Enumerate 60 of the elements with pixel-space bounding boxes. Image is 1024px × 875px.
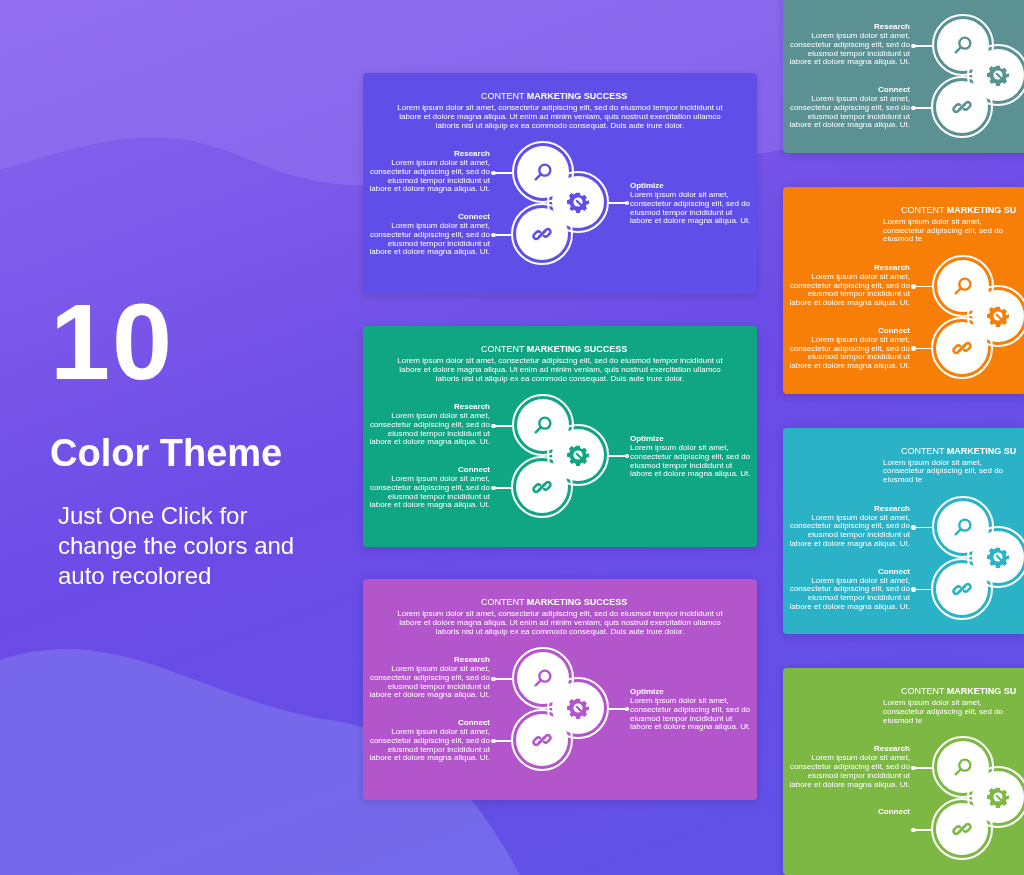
step-label: Connect (457, 212, 490, 221)
slide-description: Lorem ipsum dolor sit amet, consectetur adipiscing elit, sed do eiusmod te (883, 217, 1005, 245)
step-description: Lorem ipsum dolor sit amet, consectetur adipiscing elit, sed do eiusmod tempor incididunt ut labore et dolore magna aliqua. Ut. (368, 222, 490, 258)
gear-icon (567, 697, 589, 719)
magnifier-icon (532, 667, 554, 689)
step-description: Lorem ipsum dolor sit amet, consectetur adipiscing elit, sed do eiusmod tempor incididunt ut labore et dolore magna aliqua. Ut. (788, 754, 910, 790)
gear-icon (987, 64, 1009, 86)
gear-icon (987, 786, 1009, 809)
slide-title: CONTENT MARKETING SUCCESS (481, 91, 629, 101)
step-label: Optimize (630, 687, 665, 696)
promo-subheading: Just One Click for change the colors and auto recolored (58, 501, 296, 591)
step-label: Connect (877, 85, 910, 94)
gear-icon (567, 191, 589, 213)
step-label: Research (872, 22, 910, 31)
step-label: Connect (457, 718, 490, 727)
step-label: Connect (877, 325, 910, 335)
slide-title: CONTENT MARKETING SU (901, 686, 1018, 697)
slide-description: Lorem ipsum dolor sit amet, consectetur adipiscing elit, sed do eiusmod tempor incididunt ut labore et dolore magna aliqua. Ut enim ad minim veniam, quis nostrud exercitation ullamco laboris nisi ut aliquip ex ea commodo consequat. Duis aute irure dolor. (396, 104, 724, 131)
step-description: Lorem ipsum dolor sit amet, consectetur adipiscing elit, sed do eiusmod tempor incididunt ut labore et dolore magna aliqua. Ut. (788, 576, 910, 612)
gear-icon (567, 444, 589, 466)
step-description: Lorem ipsum dolor sit amet, consectetur adipiscing elit, sed do eiusmod tempor incididunt ut labore et dolore magna aliqua. Ut. (368, 665, 490, 701)
step-label: Connect (877, 807, 910, 817)
slide-title: CONTENT MARKETING SUCCESS (481, 344, 629, 354)
slide-title: CONTENT MARKETING SUCCESS (481, 597, 629, 607)
step-description: Lorem ipsum dolor sit amet, consectetur adipiscing elit, sed do eiusmod tempor incididunt ut labore et dolore magna aliqua. Ut. (788, 513, 910, 549)
gear-icon (987, 304, 1009, 327)
step-label: Research (872, 503, 910, 513)
gear-icon (987, 545, 1009, 568)
step-label: Connect (457, 465, 490, 474)
slide-title: CONTENT MARKETING SU (901, 445, 1018, 456)
slide-description: Lorem ipsum dolor sit amet, consectetur adipiscing elit, sed do eiusmod te (883, 699, 1005, 726)
slide-description: Lorem ipsum dolor sit amet, consectetur adipiscing elit, sed do eiusmod tempor incididunt ut labore et dolore magna aliqua. Ut enim ad minim veniam, quis nostrud exercitation ullamco laboris nisi ut aliquip ex ea commodo consequat. Duis aute irure dolor. (396, 610, 724, 637)
step-label: Research (452, 655, 490, 664)
magnifier-icon (952, 34, 974, 56)
step-label: Research (452, 402, 490, 411)
step-label: Connect (877, 566, 910, 576)
step-description: Lorem ipsum dolor sit amet, consectetur adipiscing elit, sed do eiusmod tempor incididunt ut labore et dolore magna aliqua. Ut. (630, 697, 752, 733)
magnifier-icon (952, 756, 974, 779)
step-label: Optimize (630, 181, 665, 190)
step-description: Lorem ipsum dolor sit amet, consectetur adipiscing elit, sed do eiusmod tempor incididunt ut labore et dolore magna aliqua. Ut. (788, 335, 910, 371)
step-label: Research (452, 149, 490, 158)
slide-title: CONTENT MARKETING SU (901, 204, 1018, 215)
promo-heading: Color Theme (50, 432, 284, 475)
step-label: Research (872, 262, 910, 272)
step-description: Lorem ipsum dolor sit amet, consectetur adipiscing elit, sed do eiusmod tempor incididunt ut labore et dolore magna aliqua. Ut. (630, 444, 752, 480)
step-description: Lorem ipsum dolor sit amet, consectetur adipiscing elit, sed do eiusmod tempor incididunt ut labore et dolore magna aliqua. Ut. (368, 475, 490, 511)
step-label: Optimize (630, 434, 665, 443)
magnifier-icon (532, 161, 554, 183)
step-description: Lorem ipsum dolor sit amet, consectetur adipiscing elit, sed do eiusmod tempor incididunt ut labore et dolore magna aliqua. Ut. (788, 95, 910, 131)
step-description: Lorem ipsum dolor sit amet, consectetur adipiscing elit, sed do eiusmod tempor incididunt ut labore et dolore magna aliqua. Ut. (630, 191, 752, 227)
promo-number: 10 (50, 288, 176, 396)
step-description: Lorem ipsum dolor sit amet, consectetur adipiscing elit, sed do eiusmod tempor incididunt ut labore et dolore magna aliqua. Ut. (368, 412, 490, 448)
slide-description: Lorem ipsum dolor sit amet, consectetur adipiscing elit, sed do eiusmod tempor incididunt ut labore et dolore magna aliqua. Ut enim ad minim veniam, quis nostrud exercitation ullamco laboris nisi ut aliquip ex ea commodo consequat. Duis aute irure dolor. (396, 357, 724, 384)
slide-description: Lorem ipsum dolor sit amet, consectetur adipiscing elit, sed do eiusmod te (883, 458, 1005, 485)
step-label: Research (872, 744, 910, 754)
magnifier-icon (532, 414, 554, 436)
step-description: Lorem ipsum dolor sit amet, consectetur adipiscing elit, sed do eiusmod tempor incididunt ut labore et dolore magna aliqua. Ut. (368, 728, 490, 764)
step-description: Lorem ipsum dolor sit amet, consectetur adipiscing elit, sed do eiusmod tempor incididunt ut labore et dolore magna aliqua. Ut. (788, 32, 910, 68)
step-description: Lorem ipsum dolor sit amet, consectetur adipiscing elit, sed do eiusmod tempor incididunt ut labore et dolore magna aliqua. Ut. (788, 272, 910, 308)
step-description: Lorem ipsum dolor sit amet, consectetur adipiscing elit, sed do eiusmod tempor incididunt ut labore et dolore magna aliqua. Ut. (368, 159, 490, 195)
